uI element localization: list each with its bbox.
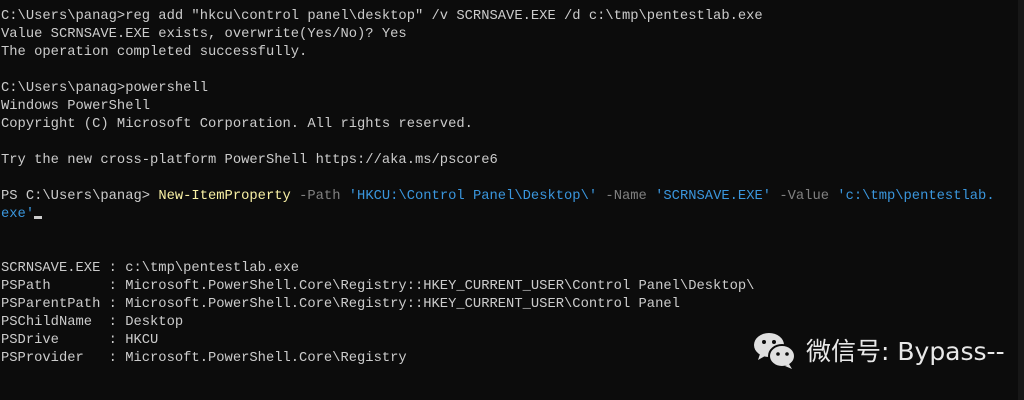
ps-prompt: PS C:\Users\panag>: [1, 189, 159, 204]
terminal-line: C:\Users\panag>powershell: [1, 81, 208, 96]
terminal-line: Value SCRNSAVE.EXE exists, overwrite(Yes…: [1, 27, 407, 42]
watermark-text: 微信号: Bypass--: [806, 337, 1005, 366]
watermark: 微信号: Bypass--: [752, 330, 1005, 370]
terminal-line: C:\Users\panag>reg add "hkcu\control pan…: [1, 9, 763, 24]
terminal-output[interactable]: C:\Users\panag>reg add "hkcu\control pan…: [1, 8, 1016, 368]
ps-command-wrap: exe': [1, 206, 1016, 224]
param-path: -Path: [290, 189, 349, 204]
param-value: -Value: [771, 189, 838, 204]
terminal-line: Try the new cross-platform PowerShell ht…: [1, 153, 498, 168]
text-cursor: [34, 216, 43, 219]
terminal-line: Windows PowerShell: [1, 99, 151, 114]
output-line: PSParentPath : Microsoft.PowerShell.Core…: [1, 297, 680, 312]
value-value: 'c:\tmp\pentestlab.: [837, 189, 995, 204]
output-line: SCRNSAVE.EXE : c:\tmp\pentestlab.exe: [1, 261, 300, 276]
terminal-line: Copyright (C) Microsoft Corporation. All…: [1, 117, 473, 132]
cmdlet: New-ItemProperty: [158, 189, 291, 204]
param-name: -Name: [597, 189, 656, 204]
value-path: 'HKCU:\Control Panel\Desktop\': [348, 189, 598, 204]
terminal-line: The operation completed successfully.: [1, 45, 308, 60]
ps-command-line: PS C:\Users\panag> New-ItemProperty -Pat…: [1, 188, 1016, 206]
output-line: PSPath : Microsoft.PowerShell.Core\Regis…: [1, 279, 755, 294]
value-name: 'SCRNSAVE.EXE': [655, 189, 772, 204]
scrollbar[interactable]: [1018, 0, 1024, 400]
wechat-icon: [754, 333, 796, 369]
value-value-cont: exe': [1, 207, 35, 222]
